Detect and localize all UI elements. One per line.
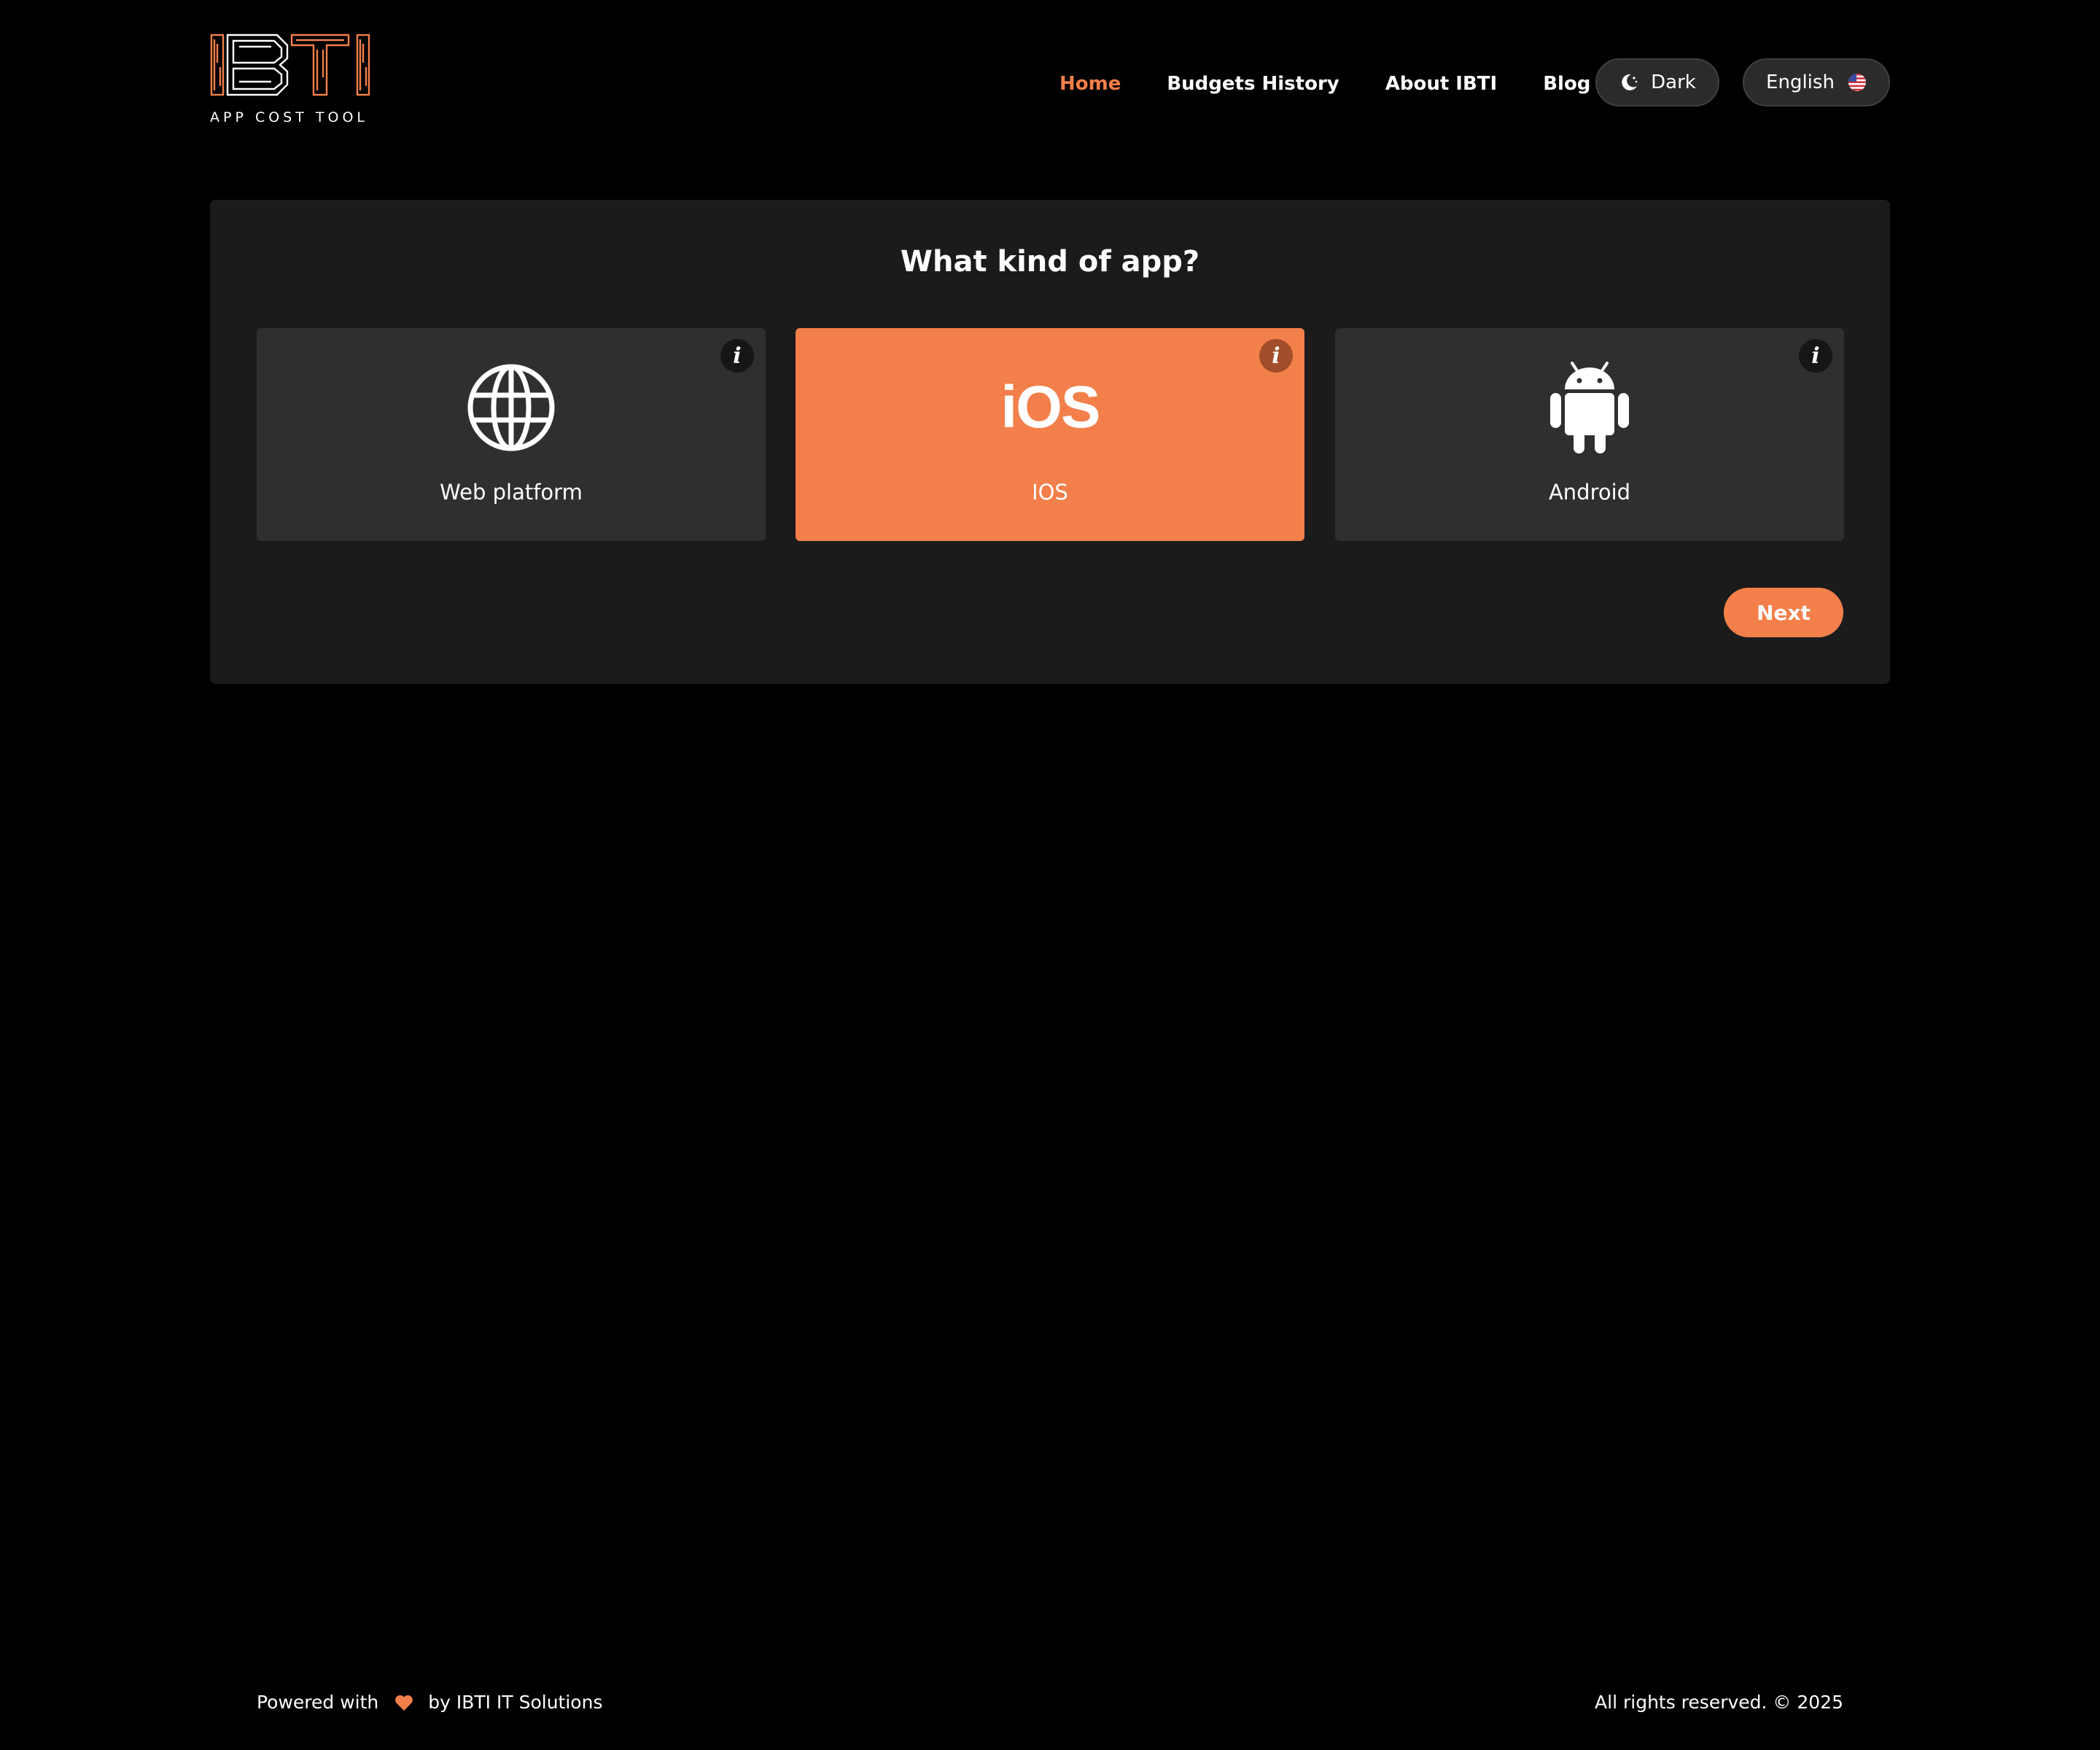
page: APP COST TOOL Home Budgets History About… <box>0 0 2100 1750</box>
brand-subtitle: APP COST TOOL <box>210 109 368 125</box>
footer-copyright: All rights reserved. © 2025 <box>1595 1692 1843 1713</box>
option-card-android[interactable]: i Android <box>1335 328 1844 541</box>
language-select[interactable]: English <box>1743 58 1890 106</box>
moon-icon <box>1619 72 1639 93</box>
logo-mark-icon <box>210 34 370 96</box>
app-type-panel: What kind of app? i Web platform i iOS I… <box>210 200 1890 684</box>
nav-budgets-history[interactable]: Budgets History <box>1167 73 1339 95</box>
language-label: English <box>1766 71 1835 93</box>
heart-icon <box>394 1694 413 1711</box>
nav-home[interactable]: Home <box>1059 73 1121 95</box>
ios-logo-icon: iOS <box>796 360 1304 455</box>
us-flag-icon <box>1848 73 1867 92</box>
option-label: IOS <box>1032 480 1068 505</box>
option-card-ios[interactable]: i iOS IOS <box>796 328 1304 541</box>
next-button[interactable]: Next <box>1724 588 1843 637</box>
theme-toggle-button[interactable]: Dark <box>1595 58 1719 106</box>
option-label: Web platform <box>440 480 583 505</box>
ios-logo-text: iOS <box>1000 374 1100 440</box>
nav-about-ibti[interactable]: About IBTI <box>1385 73 1498 95</box>
footer-credit: Powered with by IBTI IT Solutions <box>257 1692 602 1713</box>
nav-blog[interactable]: Blog <box>1543 73 1590 95</box>
theme-toggle-label: Dark <box>1651 71 1696 93</box>
option-card-web-platform[interactable]: i Web platform <box>257 328 766 541</box>
footer-powered-suffix: by IBTI IT Solutions <box>428 1692 603 1713</box>
brand-logo[interactable]: APP COST TOOL <box>210 34 373 127</box>
android-icon <box>1335 360 1844 455</box>
main-nav: Home Budgets History About IBTI Blog <box>1059 70 1590 98</box>
globe-icon <box>257 360 766 455</box>
option-label: Android <box>1548 480 1631 505</box>
page-title: What kind of app? <box>900 245 1200 279</box>
footer-powered-prefix: Powered with <box>257 1692 379 1713</box>
